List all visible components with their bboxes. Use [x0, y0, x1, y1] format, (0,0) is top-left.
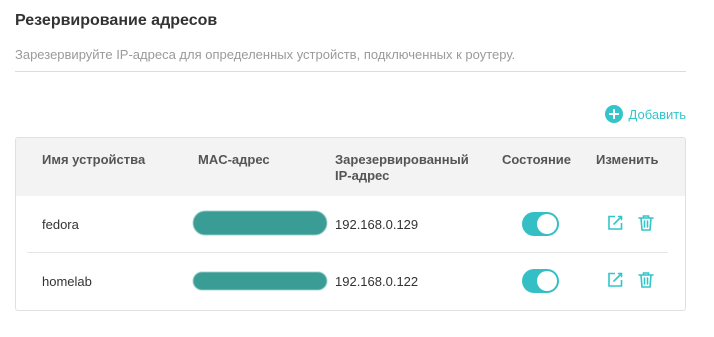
reserved-ip: 192.168.0.129: [335, 217, 419, 232]
column-header-mac: MAC-адрес: [198, 152, 270, 167]
reserved-ip: 192.168.0.122: [335, 274, 419, 289]
column-header-ip: Зарезервированный IP-адрес: [335, 152, 469, 183]
device-name: homelab: [42, 274, 92, 289]
section-description: Зарезервируйте IP-адреса для определенны…: [15, 47, 516, 62]
table-header: Имя устройства MAC-адрес Зарезервированн…: [16, 138, 685, 196]
section-divider: [15, 71, 686, 72]
column-header-edit: Изменить: [596, 152, 659, 167]
add-button-label: Добавить: [628, 106, 686, 122]
table-row: fedora 192.168.0.129: [16, 196, 685, 253]
column-header-state: Состояние: [502, 152, 572, 167]
toggle-knob: [537, 271, 557, 291]
table-row: homelab 192.168.0.122: [16, 253, 685, 310]
mac-address-redacted: [193, 272, 327, 290]
reservation-table: Имя устройства MAC-адрес Зарезервированн…: [15, 137, 686, 311]
edit-icon[interactable]: [605, 213, 625, 233]
plus-circle-icon: [604, 105, 623, 123]
column-header-name: Имя устройства: [42, 152, 146, 167]
mac-address-redacted: [193, 211, 327, 235]
trash-icon[interactable]: [636, 270, 656, 290]
edit-icon[interactable]: [605, 270, 625, 290]
status-toggle[interactable]: [522, 212, 559, 236]
section-title: Резервирование адресов: [15, 12, 218, 29]
status-toggle[interactable]: [522, 269, 559, 293]
device-name: fedora: [42, 217, 79, 232]
add-button[interactable]: Добавить: [604, 105, 686, 123]
trash-icon[interactable]: [636, 213, 656, 233]
toggle-knob: [537, 214, 557, 234]
